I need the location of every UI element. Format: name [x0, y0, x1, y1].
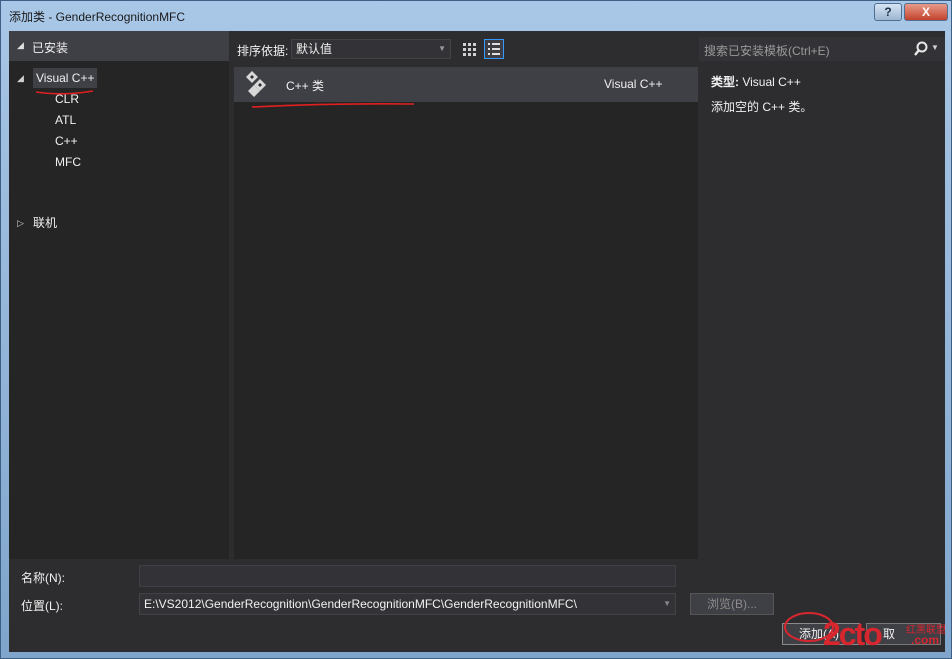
tree-item-label: Visual C++	[36, 71, 95, 85]
detail-type: 类型: Visual C++	[711, 73, 801, 90]
browse-button[interactable]: 浏览(B)...	[690, 593, 774, 615]
tree-item-mfc[interactable]: MFC	[55, 152, 81, 172]
sort-dropdown[interactable]: 默认值 ▼	[291, 39, 451, 59]
tree-item-visual-cpp[interactable]: ◢ Visual C++	[17, 68, 98, 88]
detail-description: 添加空的 C++ 类。	[711, 100, 813, 114]
add-class-dialog: 添加类 - GenderRecognitionMFC ? X ◢ 已安装 ◢ V…	[0, 0, 952, 659]
chevron-down-icon: ▼	[438, 44, 446, 53]
location-field[interactable]: E:\VS2012\GenderRecognition\GenderRecogn…	[139, 593, 676, 615]
template-toolbar: 排序依据: 默认值 ▼	[234, 39, 698, 61]
collapse-triangle-icon[interactable]: ◢	[17, 40, 24, 51]
sort-label: 排序依据:	[237, 44, 289, 58]
window-title: 添加类 - GenderRecognitionMFC	[9, 10, 186, 24]
watermark-suffix: .com	[911, 633, 940, 647]
list-view-icon[interactable]	[484, 39, 504, 59]
template-item-cpp-class[interactable]: C++ 类 Visual C++	[234, 67, 698, 102]
template-list: C++ 类 Visual C++	[234, 67, 698, 559]
close-button[interactable]: X	[904, 3, 948, 21]
installed-label: 已安装	[32, 41, 69, 55]
tree-item-label: 联机	[33, 216, 58, 230]
chevron-down-icon[interactable]: ▼	[931, 43, 939, 52]
tree-item-cpp[interactable]: C++	[55, 131, 78, 151]
search-installed-templates[interactable]: 搜索已安装模板(Ctrl+E) ▼	[698, 37, 945, 61]
watermark-text: 2cto	[823, 616, 883, 652]
installed-header[interactable]: ◢ 已安装	[9, 31, 229, 61]
template-details: 类型: Visual C++ 添加空的 C++ 类。	[698, 67, 945, 559]
sort-value: 默认值	[296, 42, 333, 56]
search-icon[interactable]	[912, 40, 930, 58]
location-label: 位置(L):	[21, 599, 64, 613]
cpp-class-icon	[240, 69, 272, 101]
tree-item-online[interactable]: ▷ 联机	[17, 213, 58, 233]
search-input[interactable]: 搜索已安装模板(Ctrl+E)	[704, 42, 830, 59]
location-value: E:\VS2012\GenderRecognition\GenderRecogn…	[144, 597, 577, 611]
template-name: C++ 类	[286, 79, 325, 93]
template-category-tree: ◢ Visual C++ CLR ATL C++ MFC ▷ 联机	[9, 61, 229, 559]
collapsed-arrow-icon[interactable]: ▷	[17, 213, 24, 233]
dialog-client-area: ◢ 已安装 ◢ Visual C++ CLR ATL C++ MFC ▷ 联机 …	[9, 31, 945, 652]
annotation-underline	[251, 103, 415, 108]
detail-type-key: 类型:	[711, 75, 739, 89]
detail-type-value: Visual C++	[742, 75, 801, 89]
name-label: 名称(N):	[21, 571, 65, 585]
chevron-down-icon[interactable]: ▼	[663, 594, 671, 614]
title-bar[interactable]: 添加类 - GenderRecognitionMFC ? X	[1, 1, 951, 31]
template-type: Visual C++	[604, 77, 663, 91]
expanded-arrow-icon[interactable]: ◢	[17, 68, 24, 88]
tree-item-atl[interactable]: ATL	[55, 110, 76, 130]
help-button[interactable]: ?	[874, 3, 902, 21]
tree-item-clr[interactable]: CLR	[55, 89, 79, 109]
grid-view-icon[interactable]	[460, 39, 480, 59]
name-field[interactable]	[139, 565, 676, 587]
